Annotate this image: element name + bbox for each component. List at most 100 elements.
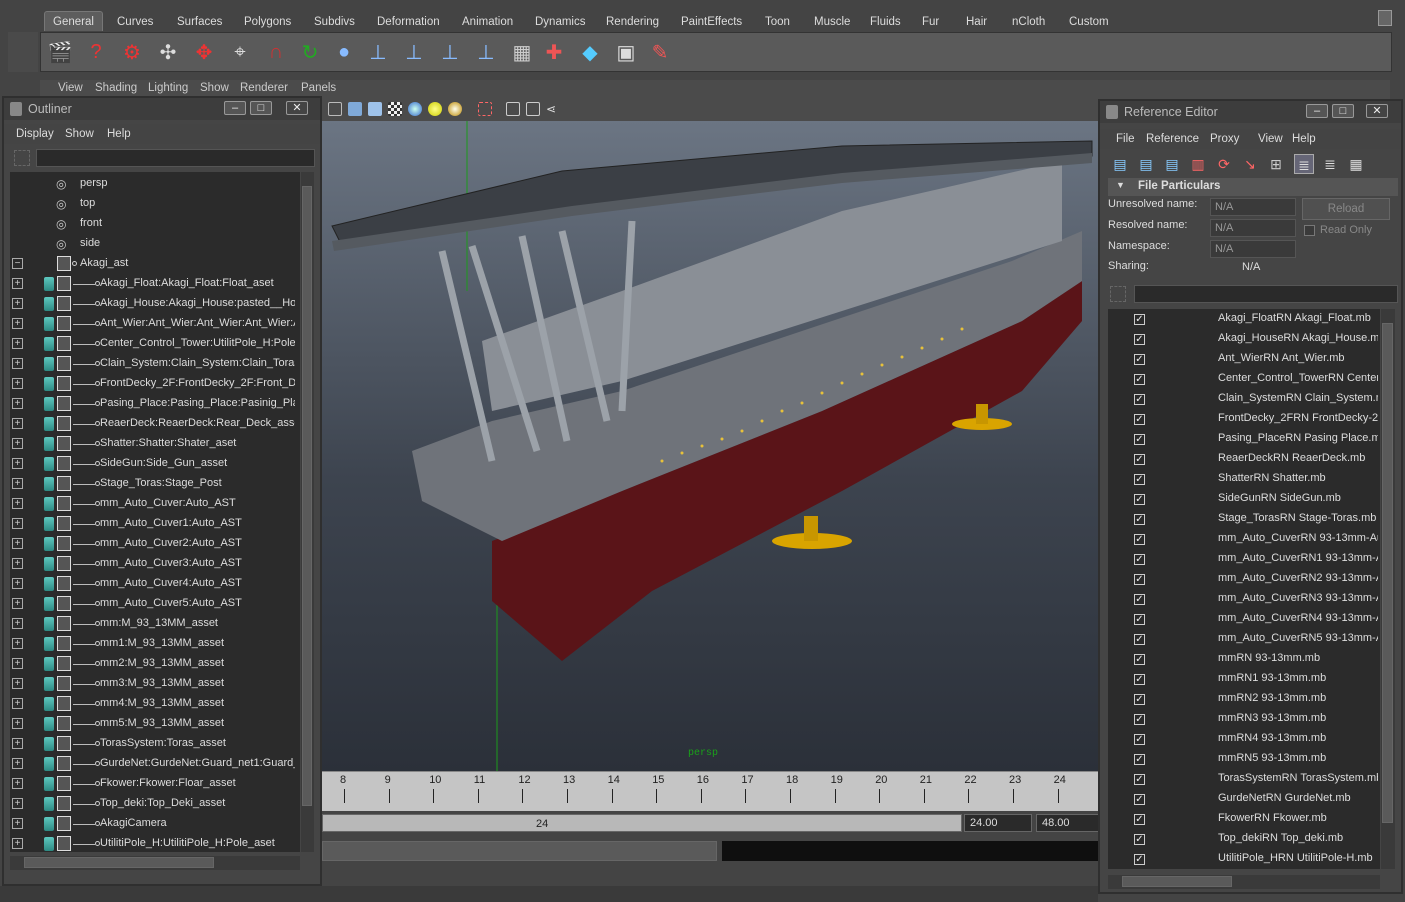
brush-icon[interactable]: ✎	[645, 37, 675, 67]
outliner-row[interactable]: + Fkower:Fkower:Floar_asset	[10, 774, 300, 794]
loaded-checkbox[interactable]: ✓	[1134, 414, 1145, 425]
reference-row[interactable]: ✓ Akagi_HouseRN Akagi_House.mb	[1108, 329, 1380, 349]
loaded-checkbox[interactable]: ✓	[1134, 634, 1145, 645]
reference-row[interactable]: ✓ mmRN 93-13mm.mb	[1108, 649, 1380, 669]
outliner-row[interactable]: + mm3:M_93_13MM_asset	[10, 674, 300, 694]
reload-reference-icon[interactable]: ⟳	[1214, 154, 1234, 174]
expand-icon[interactable]: +	[12, 578, 23, 589]
reference-row[interactable]: ✓ UtilitiPole_HRN UtilitiPole-H.mb	[1108, 849, 1380, 869]
expand-icon[interactable]: +	[12, 778, 23, 789]
ship-anim-icon[interactable]: ⚙	[117, 37, 147, 67]
resolved-field[interactable]: N/A	[1210, 219, 1296, 237]
camera-tool-icon[interactable]: ⌖	[225, 37, 255, 67]
expand-icon[interactable]: +	[12, 558, 23, 569]
unload-reference-icon[interactable]: ▥	[1188, 154, 1208, 174]
expand-icon[interactable]: +	[12, 758, 23, 769]
loaded-checkbox[interactable]: ✓	[1134, 314, 1145, 325]
refed-vscrollbar[interactable]	[1381, 309, 1395, 869]
hypershade-icon[interactable]: ▦	[507, 37, 537, 67]
loaded-checkbox[interactable]: ✓	[1134, 374, 1145, 385]
loaded-checkbox[interactable]: ✓	[1134, 574, 1145, 585]
loaded-checkbox[interactable]: ✓	[1134, 474, 1145, 485]
joint-icon[interactable]: ⊥	[363, 37, 393, 67]
menu-help[interactable]: Help	[1292, 133, 1316, 145]
outliner-row[interactable]: + GurdeNet:GurdeNet:Guard_net1:Guard_net	[10, 754, 300, 774]
sphere-light-icon[interactable]: ●	[329, 37, 359, 67]
outliner-row[interactable]: + mm1:M_93_13MM_asset	[10, 634, 300, 654]
arrow-rotate-icon[interactable]: ↻	[295, 37, 325, 67]
clapper-icon[interactable]: 🎬	[45, 37, 75, 67]
outliner-row[interactable]: + Shatter:Shatter:Shater_aset	[10, 434, 300, 454]
trash-icon[interactable]	[1378, 10, 1392, 26]
outliner-row[interactable]: + AkagiCamera	[10, 814, 300, 834]
expand-icon[interactable]: +	[12, 658, 23, 669]
reference-row[interactable]: ✓ mmRN1 93-13mm.mb	[1108, 669, 1380, 689]
view-menu-renderer[interactable]: Renderer	[240, 82, 288, 94]
reference-row[interactable]: ✓ Akagi_FloatRN Akagi_Float.mb	[1108, 309, 1380, 329]
loaded-checkbox[interactable]: ✓	[1134, 434, 1145, 445]
expand-icon[interactable]: +	[12, 798, 23, 809]
expand-icon[interactable]: +	[12, 618, 23, 629]
shelf-tab-painteffects[interactable]: PaintEffects	[672, 11, 751, 31]
range-bar[interactable]: 24	[322, 814, 962, 832]
reload-button[interactable]: Reload	[1302, 198, 1390, 220]
outliner-row[interactable]: + mm_Auto_Cuver4:Auto_AST	[10, 574, 300, 594]
outliner-row[interactable]: + Pasing_Place:Pasing_Place:Pasinig_Place	[10, 394, 300, 414]
reference-row[interactable]: ✓ ShatterRN Shatter.mb	[1108, 469, 1380, 489]
outliner-row[interactable]: + Akagi_House:Akagi_House:pasted__House	[10, 294, 300, 314]
expand-icon[interactable]: +	[12, 518, 23, 529]
loaded-checkbox[interactable]: ✓	[1134, 674, 1145, 685]
unresolved-field[interactable]: N/A	[1210, 198, 1296, 216]
reference-row[interactable]: ✓ mm_Auto_CuverRN4 93-13mm-Auto.mb	[1108, 609, 1380, 629]
expand-icon[interactable]: +	[12, 838, 23, 849]
reference-row[interactable]: ✓ mmRN4 93-13mm.mb	[1108, 729, 1380, 749]
expand-icon[interactable]: +	[12, 818, 23, 829]
menu-reference[interactable]: Reference	[1146, 133, 1199, 145]
collapse-icon[interactable]: −	[12, 258, 23, 269]
help-icon[interactable]: ?	[81, 37, 111, 67]
reference-row[interactable]: ✓ Center_Control_TowerRN Center_Control_T…	[1108, 369, 1380, 389]
outliner-row[interactable]: + mm_Auto_Cuver1:Auto_AST	[10, 514, 300, 534]
outliner-row-camera[interactable]: ◎ front	[10, 214, 300, 234]
outliner-hscrollbar[interactable]	[10, 856, 300, 870]
shelf-tab-subdivs[interactable]: Subdivs	[305, 11, 364, 31]
menu-proxy[interactable]: Proxy	[1210, 133, 1239, 145]
loaded-checkbox[interactable]: ✓	[1134, 774, 1145, 785]
reference-row[interactable]: ✓ mm_Auto_CuverRN2 93-13mm-Auto.mb	[1108, 569, 1380, 589]
outliner-vscrollbar[interactable]	[301, 172, 314, 852]
view-menu-show[interactable]: Show	[200, 82, 229, 94]
outliner-row[interactable]: + Center_Control_Tower:UtilitPole_H:Pole_…	[10, 334, 300, 354]
view-menu-view[interactable]: View	[58, 82, 83, 94]
outliner-row[interactable]: + Top_deki:Top_Deki_asset	[10, 794, 300, 814]
reference-row[interactable]: ✓ mm_Auto_CuverRN3 93-13mm-Auto.mb	[1108, 589, 1380, 609]
shelf-options-strip[interactable]	[8, 32, 38, 72]
checker-icon[interactable]	[388, 102, 402, 116]
scroll-thumb[interactable]	[1382, 323, 1393, 823]
select-camera-icon[interactable]	[478, 102, 492, 116]
share-icon[interactable]: ⋖	[546, 102, 560, 116]
reference-row[interactable]: ✓ Clain_SystemRN Clain_System.mb	[1108, 389, 1380, 409]
outliner-row[interactable]: + Clain_System:Clain_System:Clain_Toras	[10, 354, 300, 374]
menu-help[interactable]: Help	[107, 128, 131, 140]
range-end-field[interactable]: 48.00	[1036, 814, 1100, 832]
reference-row[interactable]: ✓ mm_Auto_CuverRN1 93-13mm-Auto.mb	[1108, 549, 1380, 569]
shelf-tab-toon[interactable]: Toon	[756, 11, 799, 31]
reference-row[interactable]: ✓ Stage_TorasRN Stage-Toras.mb	[1108, 509, 1380, 529]
loaded-checkbox[interactable]: ✓	[1134, 734, 1145, 745]
outliner-row[interactable]: + mm_Auto_Cuver:Auto_AST	[10, 494, 300, 514]
expand-icon[interactable]: +	[12, 278, 23, 289]
outliner-row-group[interactable]: − Akagi_ast	[10, 254, 300, 274]
namespace-field[interactable]: N/A	[1210, 240, 1296, 258]
outliner-row[interactable]: + Stage_Toras:Stage_Post	[10, 474, 300, 494]
maximize-button[interactable]: □	[1332, 104, 1354, 118]
loaded-checkbox[interactable]: ✓	[1134, 694, 1145, 705]
refed-search-input[interactable]	[1134, 285, 1398, 303]
expand-icon[interactable]: +	[12, 718, 23, 729]
loaded-checkbox[interactable]: ✓	[1134, 614, 1145, 625]
loaded-checkbox[interactable]: ✓	[1134, 514, 1145, 525]
loaded-checkbox[interactable]: ✓	[1134, 554, 1145, 565]
loaded-checkbox[interactable]: ✓	[1134, 594, 1145, 605]
shelf-tab-animation[interactable]: Animation	[453, 11, 522, 31]
paint-weights-icon[interactable]: ✚	[539, 37, 569, 67]
menu-file[interactable]: File	[1116, 133, 1135, 145]
